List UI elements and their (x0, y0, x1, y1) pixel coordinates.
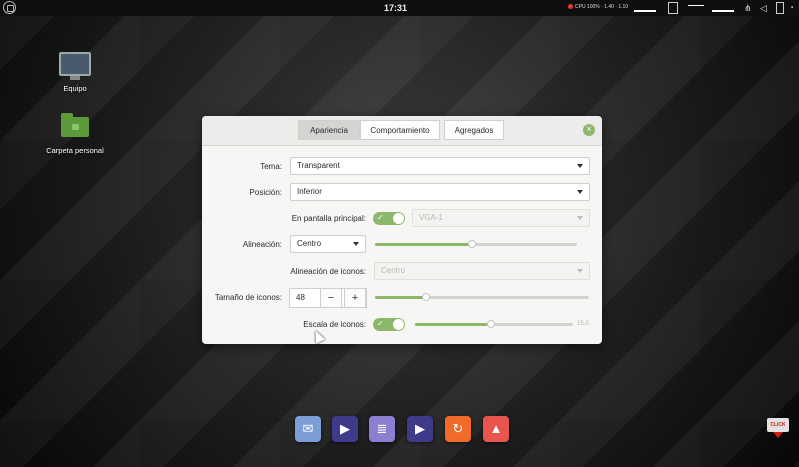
theme-select[interactable]: Transparent (290, 157, 590, 175)
icon-scale-toggle[interactable]: ✓ (373, 318, 405, 331)
system-stats: CPU 100% · 1.40 · 1.10 (575, 4, 629, 10)
alignment-select[interactable]: Centro (290, 235, 366, 253)
dialog-header: Apariencia Comportamiento Agregados × (202, 116, 602, 146)
increase-button[interactable]: + (344, 288, 366, 308)
main-screen-value: VGA-1 (419, 213, 444, 222)
tab-apariencia[interactable]: Apariencia (298, 120, 360, 140)
slider-fill (375, 296, 427, 299)
check-icon: ✓ (377, 319, 384, 328)
theme-label: Tema: (260, 162, 282, 171)
icon-alignment-select[interactable]: Centro (374, 262, 590, 280)
image-icon: ▲ (489, 421, 503, 436)
icon-scale-slider[interactable] (415, 320, 573, 328)
main-screen-select[interactable]: VGA-1 (412, 209, 590, 227)
computer-icon (59, 52, 91, 80)
check-icon: ✓ (377, 213, 384, 222)
desktop-icon-label: Carpeta personal (46, 146, 104, 155)
decrease-button[interactable]: − (320, 288, 342, 308)
icon-size-spinbox[interactable]: 48 − + (289, 288, 367, 308)
play-icon: ▶ (340, 421, 350, 436)
cpu-graph[interactable] (634, 2, 656, 14)
desktop-icon-carpeta-personal[interactable]: Carpeta personal (35, 113, 115, 155)
network-icon[interactable]: ⋔ (744, 2, 754, 14)
slider-handle[interactable] (467, 240, 476, 248)
volume-icon[interactable]: ◁ (760, 2, 770, 14)
main-screen-label: En pantalla principal: (291, 214, 366, 223)
network-graph[interactable] (688, 2, 704, 14)
alignment-slider[interactable] (375, 240, 577, 248)
desktop-icon-label: Equipo (63, 84, 87, 93)
folder-icon (61, 113, 89, 137)
slider-fill (375, 243, 472, 246)
panel-settings-dialog: Apariencia Comportamiento Agregados × Te… (202, 116, 602, 344)
slider-fill (415, 323, 491, 326)
battery-icon[interactable] (776, 2, 784, 14)
top-panel: 17:31 CPU 100% · 1.40 · 1.10 ⋔ ◁ ◔ (0, 0, 799, 16)
desktop-icon-equipo[interactable]: Equipo (35, 52, 115, 93)
dock-image-viewer-app[interactable]: ▲ (483, 416, 509, 442)
chevron-down-icon (577, 164, 583, 168)
toggle-knob (393, 319, 404, 330)
dock-timeshift-app[interactable]: ↻ (445, 416, 471, 442)
icon-size-value[interactable]: 48 (296, 289, 305, 307)
toggle-knob (393, 213, 404, 224)
system-monitor[interactable]: CPU 100% · 1.40 · 1.10 (568, 4, 628, 10)
slider-handle[interactable] (422, 293, 431, 301)
play-icon: ▶ (415, 421, 425, 436)
position-label: Posición: (249, 188, 282, 197)
document-icon: ≣ (376, 421, 388, 436)
icon-alignment-value: Centro (381, 266, 406, 275)
dock-video-player-app[interactable]: ▶ (407, 416, 433, 442)
mail-icon: ✉ (302, 421, 314, 436)
close-button[interactable]: × (583, 124, 595, 136)
chevron-down-icon (577, 216, 583, 220)
slider-handle[interactable] (486, 320, 495, 328)
alignment-value: Centro (297, 239, 322, 248)
chevron-down-icon (577, 269, 583, 273)
restore-icon: ↻ (452, 421, 464, 436)
menu-icon[interactable] (3, 1, 16, 14)
chevron-down-icon (577, 190, 583, 194)
dock-mail-app[interactable]: ✉ (295, 416, 321, 442)
dock-text-editor-app[interactable]: ≣ (369, 416, 395, 442)
tab-agregados[interactable]: Agregados (444, 120, 504, 140)
position-select[interactable]: Inferior (290, 183, 590, 201)
dock-media-player-app[interactable]: ▶ (332, 416, 358, 442)
icon-scale-label: Escala de iconos: (303, 320, 366, 329)
icon-alignment-label: Alineación de iconos: (290, 267, 366, 276)
chevron-down-icon (353, 242, 359, 246)
icon-size-slider[interactable] (375, 293, 589, 301)
alignment-label: Alineación: (242, 240, 282, 249)
clock[interactable]: 17:31 (384, 3, 407, 13)
main-screen-toggle[interactable]: ✓ (373, 212, 405, 225)
wifi-icon[interactable]: ◔ (789, 2, 797, 14)
tab-comportamiento[interactable]: Comportamiento (360, 120, 440, 140)
icon-scale-value: 15.0 (577, 321, 589, 327)
icon-size-label: Tamaño de iconos: (214, 293, 282, 302)
memory-graph[interactable] (712, 2, 734, 14)
position-value: Inferior (297, 187, 322, 196)
theme-value: Transparent (297, 161, 340, 170)
location-icon (568, 4, 573, 10)
notes-icon[interactable] (668, 2, 678, 14)
click-badge: CLICK (767, 418, 789, 438)
